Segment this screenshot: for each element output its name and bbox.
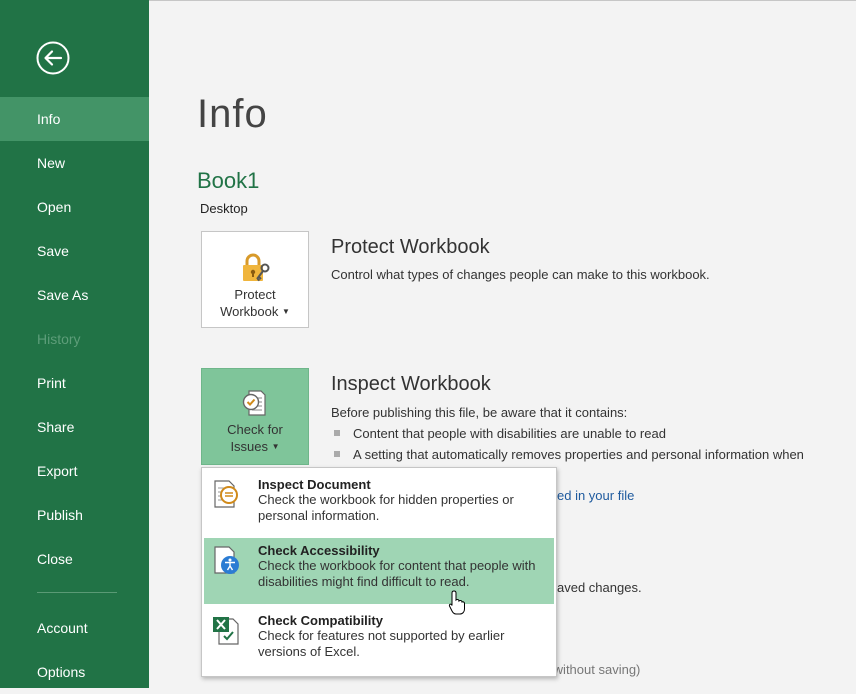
menu-item-title: Check Compatibility [258, 613, 383, 628]
protect-workbook-button[interactable]: Protect Workbook ▼ [201, 231, 309, 328]
page-title: Info [197, 92, 268, 136]
bullet-square-icon [334, 451, 340, 457]
sidebar-item-save[interactable]: Save [0, 229, 149, 273]
dropdown-caret-icon: ▼ [282, 307, 290, 316]
check-document-icon [242, 390, 266, 416]
inspect-section-description: Before publishing this file, be aware th… [331, 405, 628, 420]
dropdown-caret-icon: ▼ [271, 442, 280, 451]
accessibility-icon [214, 546, 239, 574]
sidebar-item-account[interactable]: Account [0, 606, 149, 650]
protect-section-title: Protect Workbook [331, 236, 490, 258]
sidebar-divider [37, 592, 117, 593]
sidebar-item-info[interactable]: Info [0, 97, 149, 141]
protect-section-description: Control what types of changes people can… [331, 267, 710, 282]
top-border [149, 0, 856, 1]
sidebar-item-print[interactable]: Print [0, 361, 149, 405]
back-button[interactable] [35, 40, 71, 76]
inspect-bullet: Content that people with disabilities ar… [334, 426, 666, 441]
workbook-name: Book1 [197, 168, 260, 193]
workbook-location: Desktop [200, 201, 248, 216]
issues-button-label-line2: Issues [230, 439, 269, 454]
inspect-bullet: A setting that automatically removes pro… [334, 447, 804, 462]
sidebar-item-save-as[interactable]: Save As [0, 273, 149, 317]
sidebar-item-options[interactable]: Options [0, 650, 149, 694]
sidebar-item-history: History [37, 331, 81, 347]
menu-item-check-accessibility[interactable]: Check Accessibility Check the workbook f… [204, 538, 554, 604]
sidebar-item-share[interactable]: Share [0, 405, 149, 449]
inspect-section-title: Inspect Workbook [331, 373, 491, 395]
menu-item-title: Check Accessibility [258, 543, 380, 558]
protect-button-label-line1: Protect [234, 287, 276, 302]
inspect-document-icon [214, 480, 238, 508]
compatibility-icon [213, 617, 239, 645]
check-for-issues-menu: Inspect Document Check the workbook for … [201, 467, 557, 677]
sidebar-item-export[interactable]: Export [0, 449, 149, 493]
inspect-link-fragment[interactable]: ed in your file [557, 488, 634, 503]
protect-button-label-line2: Workbook [220, 304, 279, 319]
bullet-square-icon [334, 430, 340, 436]
backstage-sidebar: Info New Open Save Save As History Print… [0, 0, 149, 688]
sidebar-item-publish[interactable]: Publish [0, 493, 149, 537]
mouse-cursor-icon [448, 590, 465, 615]
back-arrow-icon [36, 41, 70, 75]
menu-item-description: Check the workbook for content that peop… [258, 558, 536, 589]
menu-item-inspect-document[interactable]: Inspect Document Check the workbook for … [204, 472, 554, 534]
lock-key-icon [243, 253, 270, 282]
issues-button-label-line1: Check for [227, 422, 283, 437]
sidebar-item-close[interactable]: Close [0, 537, 149, 581]
menu-item-description: Check the workbook for hidden properties… [258, 492, 514, 523]
check-for-issues-button[interactable]: Check for Issues ▼ [201, 368, 309, 465]
menu-item-description: Check for features not supported by earl… [258, 628, 505, 659]
sidebar-item-new[interactable]: New [0, 141, 149, 185]
menu-item-check-compatibility[interactable]: Check Compatibility Check for features n… [204, 608, 554, 672]
sidebar-item-open[interactable]: Open [0, 185, 149, 229]
menu-item-title: Inspect Document [258, 477, 371, 492]
versions-text-fragment: aved changes. [557, 580, 642, 595]
